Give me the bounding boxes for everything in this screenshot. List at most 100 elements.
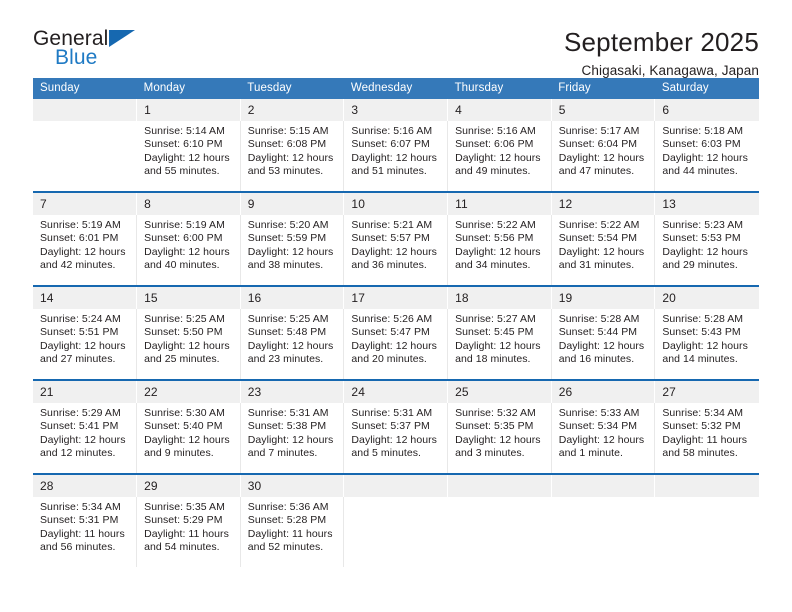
sunrise-text: Sunrise: 5:25 AM bbox=[247, 313, 329, 325]
daylight-text: Daylight: 12 hours bbox=[558, 433, 645, 446]
day-number[interactable]: 23 bbox=[240, 381, 345, 403]
daylight-text: Daylight: 12 hours bbox=[247, 245, 334, 258]
day-number[interactable]: 10 bbox=[343, 193, 449, 215]
day-number[interactable]: 28 bbox=[33, 475, 138, 497]
day-number[interactable]: 5 bbox=[551, 99, 656, 121]
sunrise-text: Sunrise: 5:17 AM bbox=[558, 125, 640, 137]
sunset-text: Sunset: 5:41 PM bbox=[40, 420, 119, 433]
day-cell: Sunrise: 5:22 AM Sunset: 5:56 PM Daylight:… bbox=[447, 215, 552, 285]
day-detail-row: Sunrise: 5:14 AM Sunset: 6:10 PM Daylight:… bbox=[33, 121, 759, 191]
daylight-text: Daylight: 12 hours bbox=[351, 151, 437, 164]
daylight-text: and 47 minutes. bbox=[558, 165, 635, 178]
daylight-text: Daylight: 12 hours bbox=[40, 339, 126, 352]
day-cell-empty bbox=[447, 497, 552, 567]
day-number-row: 14 15 16 17 18 19 20 bbox=[33, 287, 759, 309]
day-number[interactable]: 7 bbox=[33, 193, 138, 215]
weekday-header-monday: Monday bbox=[136, 78, 241, 99]
sunrise-text: Sunrise: 5:28 AM bbox=[662, 313, 744, 325]
day-cell: Sunrise: 5:22 AM Sunset: 5:54 PM Daylight:… bbox=[551, 215, 656, 285]
day-cell: Sunrise: 5:27 AM Sunset: 5:45 PM Daylight:… bbox=[447, 309, 552, 379]
day-number[interactable]: 2 bbox=[240, 99, 345, 121]
day-detail-row: Sunrise: 5:34 AM Sunset: 5:31 PM Daylight:… bbox=[33, 497, 759, 567]
day-number[interactable]: 27 bbox=[654, 381, 759, 403]
sunset-text: Sunset: 5:53 PM bbox=[662, 232, 741, 245]
sunset-text: Sunset: 5:31 PM bbox=[40, 514, 119, 527]
sunrise-text: Sunrise: 5:28 AM bbox=[558, 313, 640, 325]
sunrise-text: Sunrise: 5:16 AM bbox=[455, 125, 536, 137]
sunrise-text: Sunrise: 5:31 AM bbox=[247, 407, 329, 419]
day-number[interactable]: 12 bbox=[551, 193, 656, 215]
logo-text-blue: Blue bbox=[55, 46, 98, 69]
sunrise-text: Sunrise: 5:14 AM bbox=[144, 125, 225, 137]
day-cell: Sunrise: 5:17 AM Sunset: 6:04 PM Daylight:… bbox=[551, 121, 656, 191]
day-number[interactable]: 22 bbox=[136, 381, 241, 403]
sunrise-text: Sunrise: 5:19 AM bbox=[144, 219, 225, 231]
day-number-empty bbox=[447, 475, 552, 497]
location-subtitle: Chigasaki, Kanagawa, Japan bbox=[581, 63, 759, 78]
day-number[interactable]: 29 bbox=[136, 475, 241, 497]
day-number[interactable]: 30 bbox=[240, 475, 345, 497]
day-cell: Sunrise: 5:28 AM Sunset: 5:44 PM Daylight:… bbox=[551, 309, 656, 379]
page-title: September 2025 bbox=[563, 27, 759, 57]
day-number[interactable]: 9 bbox=[240, 193, 345, 215]
day-number-empty bbox=[343, 475, 449, 497]
daylight-text: and 25 minutes. bbox=[144, 353, 220, 366]
weekday-header-friday: Friday bbox=[551, 78, 655, 99]
sunrise-text: Sunrise: 5:23 AM bbox=[662, 219, 744, 231]
daylight-text: Daylight: 12 hours bbox=[144, 339, 230, 352]
day-cell: Sunrise: 5:32 AM Sunset: 5:35 PM Daylight:… bbox=[447, 403, 552, 473]
sunset-text: Sunset: 6:03 PM bbox=[662, 138, 741, 151]
daylight-text: and 51 minutes. bbox=[351, 165, 427, 178]
daylight-text: Daylight: 12 hours bbox=[558, 245, 645, 258]
daylight-text: Daylight: 11 hours bbox=[40, 527, 125, 540]
day-cell: Sunrise: 5:21 AM Sunset: 5:57 PM Daylight:… bbox=[343, 215, 449, 285]
daylight-text: and 54 minutes. bbox=[144, 541, 220, 554]
sunset-text: Sunset: 5:59 PM bbox=[247, 232, 327, 245]
day-number[interactable]: 25 bbox=[447, 381, 552, 403]
sunset-text: Sunset: 5:34 PM bbox=[558, 420, 638, 433]
daylight-text: and 49 minutes. bbox=[455, 165, 531, 178]
day-cell: Sunrise: 5:16 AM Sunset: 6:06 PM Daylight:… bbox=[447, 121, 552, 191]
day-cell-empty bbox=[551, 497, 656, 567]
daylight-text: and 36 minutes. bbox=[351, 259, 427, 272]
day-number[interactable]: 3 bbox=[343, 99, 449, 121]
sunrise-text: Sunrise: 5:30 AM bbox=[144, 407, 225, 419]
day-number[interactable]: 15 bbox=[136, 287, 241, 309]
sunrise-text: Sunrise: 5:25 AM bbox=[144, 313, 225, 325]
sunset-text: Sunset: 6:01 PM bbox=[40, 232, 119, 245]
sunset-text: Sunset: 5:50 PM bbox=[144, 326, 223, 339]
day-number[interactable]: 1 bbox=[136, 99, 241, 121]
day-number[interactable]: 21 bbox=[33, 381, 138, 403]
day-number-row: 28 29 30 bbox=[33, 475, 759, 497]
sunrise-text: Sunrise: 5:18 AM bbox=[662, 125, 744, 137]
day-number-empty bbox=[33, 99, 138, 121]
sunrise-text: Sunrise: 5:29 AM bbox=[40, 407, 121, 419]
daylight-text: Daylight: 12 hours bbox=[351, 339, 437, 352]
daylight-text: and 16 minutes. bbox=[558, 353, 635, 366]
day-number[interactable]: 24 bbox=[343, 381, 449, 403]
day-detail-row: Sunrise: 5:19 AM Sunset: 6:01 PM Daylight:… bbox=[33, 215, 759, 285]
day-number[interactable]: 13 bbox=[654, 193, 759, 215]
weekday-header-sunday: Sunday bbox=[33, 78, 137, 99]
day-number[interactable]: 18 bbox=[447, 287, 552, 309]
sunset-text: Sunset: 5:54 PM bbox=[558, 232, 638, 245]
day-number[interactable]: 16 bbox=[240, 287, 345, 309]
day-number[interactable]: 8 bbox=[136, 193, 241, 215]
day-number[interactable]: 20 bbox=[654, 287, 759, 309]
day-cell: Sunrise: 5:36 AM Sunset: 5:28 PM Daylight:… bbox=[240, 497, 345, 567]
daylight-text: and 42 minutes. bbox=[40, 259, 116, 272]
day-number[interactable]: 4 bbox=[447, 99, 552, 121]
daylight-text: Daylight: 11 hours bbox=[144, 527, 229, 540]
day-number[interactable]: 14 bbox=[33, 287, 138, 309]
daylight-text: and 3 minutes. bbox=[455, 447, 525, 460]
day-number[interactable]: 11 bbox=[447, 193, 552, 215]
sunrise-text: Sunrise: 5:35 AM bbox=[144, 501, 225, 513]
sunrise-text: Sunrise: 5:36 AM bbox=[247, 501, 329, 513]
day-number[interactable]: 6 bbox=[654, 99, 759, 121]
sunset-text: Sunset: 6:10 PM bbox=[144, 138, 223, 151]
daylight-text: and 27 minutes. bbox=[40, 353, 116, 366]
day-number[interactable]: 26 bbox=[551, 381, 656, 403]
day-number[interactable]: 17 bbox=[343, 287, 449, 309]
day-number[interactable]: 19 bbox=[551, 287, 656, 309]
sunset-text: Sunset: 5:29 PM bbox=[144, 514, 223, 527]
